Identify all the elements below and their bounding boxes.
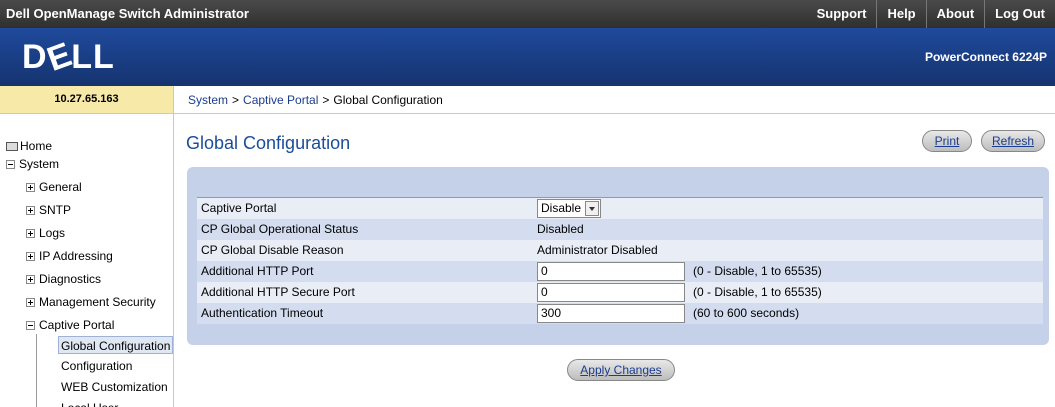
operational-status-value: Disabled	[533, 218, 689, 240]
main-content: Global Configuration Print Refresh Capti…	[175, 115, 1055, 407]
table-row: CP Global Operational Status Disabled	[197, 218, 1043, 240]
expand-icon	[26, 298, 35, 308]
table-row: Captive Portal Disable	[197, 197, 1043, 219]
table-row: Additional HTTP Secure Port (0 - Disable…	[197, 281, 1043, 303]
nav-item-label: General	[39, 180, 82, 194]
nav-item-local-user[interactable]: Local User	[61, 399, 118, 407]
nav-tree: Home System General SNTP Logs IP Address…	[0, 114, 174, 407]
auth-timeout-cell	[533, 302, 689, 324]
disable-reason-value: Administrator Disabled	[533, 239, 1043, 261]
ip-address: 10.27.65.163	[0, 86, 174, 114]
http-port-hint: (0 - Disable, 1 to 65535)	[689, 260, 1043, 282]
http-port-input[interactable]	[537, 261, 685, 281]
nav-item-label: Management Security	[39, 295, 156, 309]
captive-portal-select[interactable]: Disable	[537, 198, 602, 218]
disable-reason-label: CP Global Disable Reason	[197, 239, 533, 261]
nav-item-label: Captive Portal	[39, 318, 115, 332]
nav-item-management-security[interactable]: Management Security	[26, 293, 156, 311]
auth-timeout-input[interactable]	[537, 303, 685, 323]
breadcrumb-separator: >	[322, 93, 330, 107]
title-bar: Dell OpenManage Switch Administrator Sup…	[0, 0, 1055, 28]
collapse-icon	[6, 160, 15, 170]
breadcrumb-current: Global Configuration	[333, 93, 443, 107]
dell-logo: DELL	[22, 35, 115, 79]
refresh-button[interactable]: Refresh	[981, 130, 1045, 152]
expand-icon	[26, 229, 35, 239]
breadcrumb-separator: >	[232, 93, 240, 107]
nav-item-logs[interactable]: Logs	[26, 224, 65, 242]
breadcrumb: System > Captive Portal > Global Configurati…	[174, 86, 1055, 114]
nav-item-global-configuration[interactable]: Global Configuration	[58, 336, 173, 354]
https-port-input[interactable]	[537, 282, 685, 302]
config-panel: Captive Portal Disable CP Global Operati…	[187, 167, 1049, 345]
captive-portal-value: Disable	[541, 201, 582, 216]
nav-home-label: Home	[20, 139, 53, 153]
captive-portal-label: Captive Portal	[197, 197, 533, 219]
https-port-hint: (0 - Disable, 1 to 65535)	[689, 281, 1043, 303]
expand-icon	[26, 206, 35, 216]
breadcrumb-captive-portal[interactable]: Captive Portal	[243, 93, 318, 107]
print-button[interactable]: Print	[922, 130, 972, 152]
nav-system[interactable]: System	[6, 155, 59, 173]
operational-status-label: CP Global Operational Status	[197, 218, 533, 240]
http-port-cell	[533, 260, 689, 282]
expand-icon	[26, 275, 35, 285]
table-row: Additional HTTP Port (0 - Disable, 1 to …	[197, 260, 1043, 282]
logout-link[interactable]: Log Out	[984, 0, 1055, 28]
nav-item-label: Logs	[39, 226, 66, 240]
help-link[interactable]: Help	[876, 0, 925, 28]
nav-home[interactable]: Home	[6, 137, 52, 155]
nav-item-sntp[interactable]: SNTP	[26, 201, 71, 219]
table-row: Authentication Timeout (60 to 600 second…	[197, 302, 1043, 324]
nav-item-label: Diagnostics	[39, 272, 102, 286]
nav-item-web-customization[interactable]: WEB Customization	[61, 378, 168, 396]
nav-item-configuration[interactable]: Configuration	[61, 357, 132, 375]
expand-icon	[26, 183, 35, 193]
expand-icon	[26, 252, 35, 262]
device-model: PowerConnect 6224P	[924, 50, 1047, 64]
collapse-icon	[26, 321, 35, 331]
top-links: Support Help About Log Out	[807, 0, 1055, 28]
nav-item-label: IP Addressing	[39, 249, 113, 263]
breadcrumb-system[interactable]: System	[188, 93, 228, 107]
apply-changes-button[interactable]: Apply Changes	[567, 359, 675, 381]
config-table: Captive Portal Disable CP Global Operati…	[197, 197, 1043, 324]
support-link[interactable]: Support	[807, 0, 877, 28]
nav-system-label: System	[19, 157, 60, 171]
https-port-label: Additional HTTP Secure Port	[197, 281, 533, 303]
page-title: Global Configuration	[186, 133, 351, 153]
auth-timeout-hint: (60 to 600 seconds)	[689, 302, 1043, 324]
https-port-cell	[533, 281, 689, 303]
nav-item-ip-addressing[interactable]: IP Addressing	[26, 247, 113, 265]
tree-connector	[36, 334, 37, 407]
empty-cell	[689, 218, 1043, 240]
nav-item-general[interactable]: General	[26, 178, 82, 196]
nav-item-captive-portal[interactable]: Captive Portal	[26, 316, 114, 334]
app-title: Dell OpenManage Switch Administrator	[6, 6, 249, 21]
nav-item-label: SNTP	[39, 203, 72, 217]
chevron-down-icon[interactable]	[585, 200, 600, 216]
auth-timeout-label: Authentication Timeout	[197, 302, 533, 324]
captive-portal-cell: Disable	[533, 197, 689, 219]
empty-cell	[689, 197, 1043, 219]
http-port-label: Additional HTTP Port	[197, 260, 533, 282]
banner: DELL PowerConnect 6224P	[0, 28, 1055, 86]
nav-item-diagnostics[interactable]: Diagnostics	[26, 270, 101, 288]
table-row: CP Global Disable Reason Administrator D…	[197, 239, 1043, 261]
about-link[interactable]: About	[925, 0, 985, 28]
home-icon	[6, 142, 18, 152]
